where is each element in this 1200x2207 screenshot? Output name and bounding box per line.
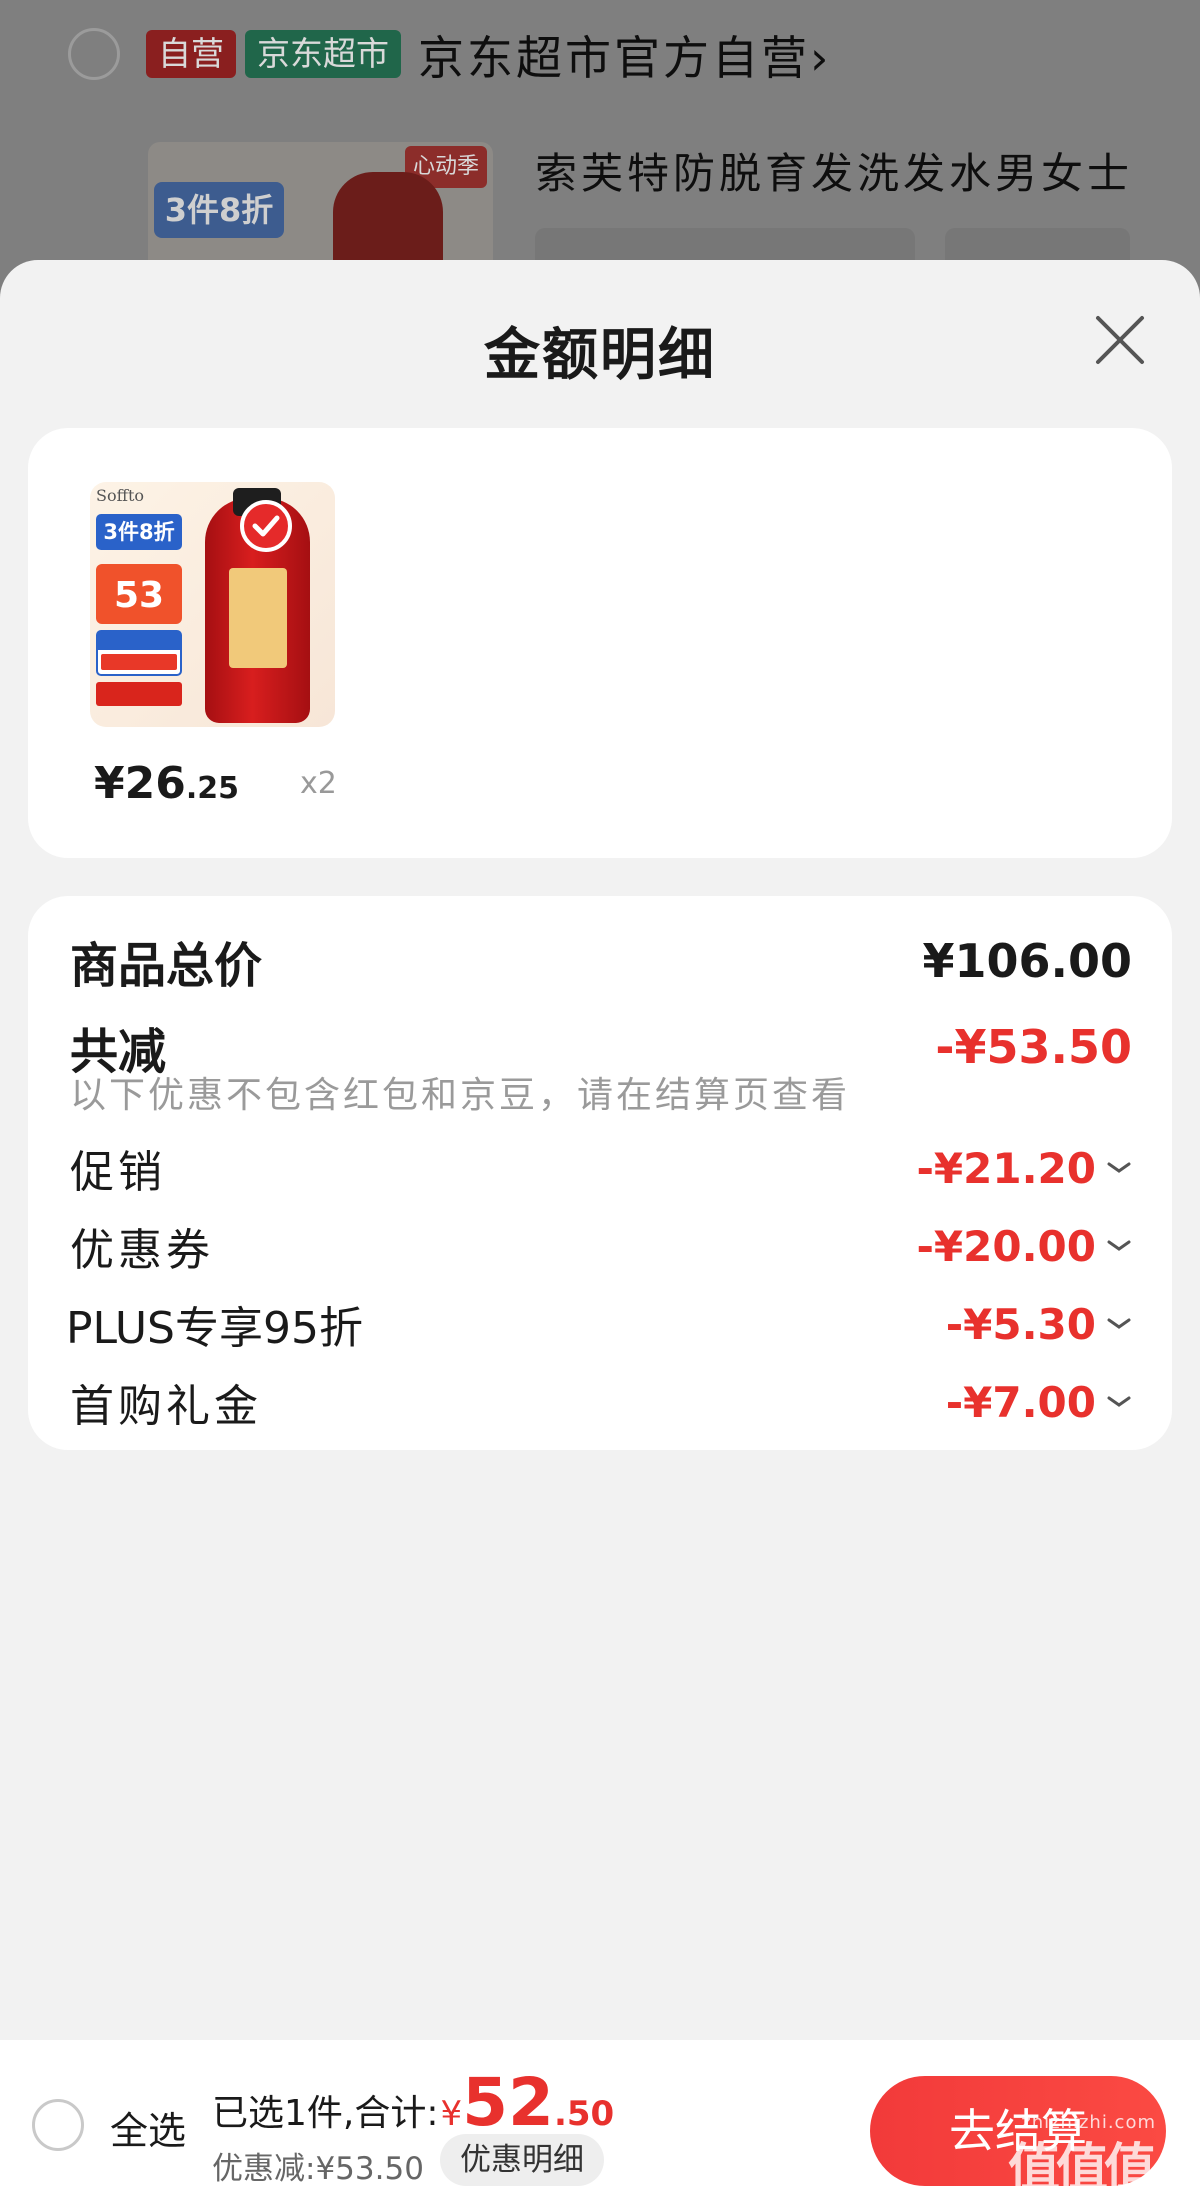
- checkout-bar: 全选 已选1件,合计: ¥ 52 .50 优惠减:¥53.50 优惠明细 去结算…: [0, 2040, 1200, 2207]
- product-image-coupon: [96, 630, 182, 676]
- discount-row-first-purchase[interactable]: 首购礼金 -¥7.00: [70, 1370, 1132, 1434]
- discount-label: PLUS专享95折: [66, 1303, 363, 1354]
- discount-label: 首购礼金: [70, 1381, 262, 1432]
- thumb-discount-badge: 3件8折: [154, 182, 284, 238]
- close-icon: [1096, 316, 1144, 364]
- total-reduction-value: -¥53.50: [935, 1020, 1132, 1074]
- close-button[interactable]: [1090, 310, 1150, 370]
- discount-row-promotion[interactable]: 促销 -¥21.20: [70, 1136, 1132, 1200]
- product-image-delivery-tag: [96, 682, 182, 706]
- watermark-url: zhizhizhi.com: [1021, 2112, 1156, 2133]
- total-currency: ¥: [440, 2094, 463, 2134]
- self-operated-tag: 自营: [146, 30, 236, 78]
- selected-summary: 已选1件,合计: ¥ 52 .50: [212, 2070, 614, 2136]
- total-price-row: 商品总价 ¥106.00: [70, 926, 1132, 996]
- price-currency: ¥: [94, 758, 125, 809]
- total-price-value: ¥106.00: [922, 934, 1132, 988]
- total-cents: .50: [553, 2094, 615, 2134]
- discount-value: -¥7.00: [945, 1377, 1096, 1427]
- selected-prefix: 已选1件,合计:: [212, 2093, 439, 2134]
- shop-name: 京东超市官方自营: [418, 31, 810, 85]
- product-quantity: x2: [300, 766, 337, 801]
- discount-row-coupon[interactable]: 优惠券 -¥20.00: [70, 1214, 1132, 1278]
- price-cents: .25: [185, 771, 240, 806]
- product-image-brand: Soffto: [96, 486, 145, 505]
- product-card: Soffto 3件8折 53 ¥26.25 x2: [28, 428, 1172, 858]
- amount-detail-sheet: 金额明细 Soffto 3件8折 53 ¥26.25 x2 商品总价 ¥106.…: [0, 260, 1200, 2207]
- select-all-label[interactable]: 全选: [110, 2100, 186, 2155]
- shop-select-radio[interactable]: [68, 28, 120, 80]
- product-unit-price: ¥26.25: [94, 758, 239, 809]
- discount-row-plus[interactable]: PLUS专享95折 -¥5.30: [66, 1292, 1132, 1356]
- chevron-down-icon: [1107, 1162, 1131, 1173]
- background-page: 自营 京东超市 京东超市官方自营› 3件8折 心动季 索芙特防脱育发洗发水男女士: [0, 0, 1200, 300]
- discount-value: -¥5.30: [945, 1299, 1096, 1349]
- product-image-price: 53: [96, 564, 182, 624]
- total-price-label: 商品总价: [70, 938, 263, 994]
- jd-supermarket-tag: 京东超市: [245, 30, 401, 78]
- sheet-title: 金额明细: [484, 323, 716, 388]
- discount-detail-button[interactable]: 优惠明细: [440, 2134, 604, 2186]
- chevron-down-icon: [1107, 1240, 1131, 1251]
- chevron-down-icon: [1107, 1396, 1131, 1407]
- shop-name-link[interactable]: 京东超市官方自营›: [418, 22, 831, 88]
- checkout-button[interactable]: 去结算 值值值 zhizhizhi.com: [870, 2076, 1166, 2199]
- background-product-title[interactable]: 索芙特防脱育发洗发水男女士: [535, 140, 1133, 201]
- chevron-right-icon: ›: [810, 31, 832, 85]
- discount-summary: 优惠减:¥53.50: [212, 2151, 424, 2187]
- product-image[interactable]: Soffto 3件8折 53: [90, 482, 335, 727]
- selected-check-icon: [240, 500, 292, 552]
- discount-value: -¥20.00: [916, 1221, 1096, 1271]
- discount-value: -¥21.20: [916, 1143, 1096, 1193]
- discount-label: 优惠券: [70, 1225, 214, 1276]
- product-image-badge: 3件8折: [96, 514, 182, 550]
- select-all-radio[interactable]: [32, 2099, 84, 2151]
- total-integer: 52: [462, 2064, 554, 2141]
- reduction-note: 以下优惠不包含红包和京豆，请在结算页查看: [70, 1075, 851, 1116]
- price-integer: 26: [124, 758, 186, 809]
- chevron-down-icon: [1107, 1318, 1131, 1329]
- amount-summary-card: 商品总价 ¥106.00 共减 -¥53.50 以下优惠不包含红包和京豆，请在结…: [28, 896, 1172, 1450]
- discount-label: 促销: [70, 1147, 166, 1198]
